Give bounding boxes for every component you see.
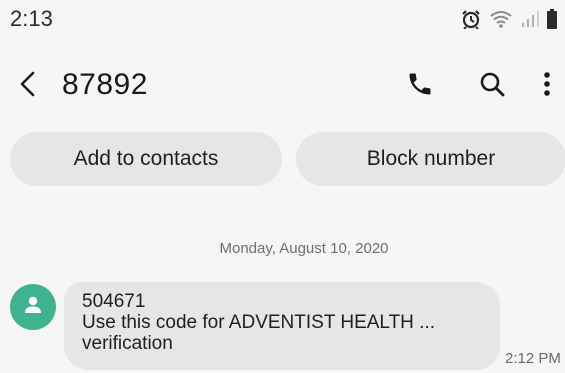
back-button[interactable] (12, 68, 42, 104)
person-icon (21, 293, 45, 322)
more-options-button[interactable] (532, 68, 562, 104)
alarm-icon (461, 9, 481, 29)
message-line: Use this code for ADVENTIST HEALTH ... (82, 312, 436, 333)
block-number-button[interactable]: Block number (296, 132, 565, 186)
search-icon (478, 70, 506, 103)
message-line: verification (82, 333, 173, 354)
avatar[interactable] (10, 284, 56, 330)
message-line: 504671 (82, 291, 146, 312)
wifi-icon (489, 9, 513, 29)
search-button[interactable] (474, 68, 510, 104)
status-bar: 2:13 (0, 0, 565, 38)
phone-icon (406, 70, 434, 103)
message-timestamp: 2:12 PM (505, 350, 561, 367)
date-divider: Monday, August 10, 2020 (219, 240, 389, 257)
call-button[interactable] (402, 68, 438, 104)
signal-icon (521, 10, 539, 28)
messages-screen: 2:13 87892 Add to contacts Block number … (0, 0, 565, 373)
status-icons (461, 8, 557, 30)
more-vert-icon (543, 70, 551, 103)
status-time: 2:13 (10, 6, 53, 31)
message-bubble[interactable]: 504671 Use this code for ADVENTIST HEALT… (64, 282, 500, 370)
add-to-contacts-button[interactable]: Add to contacts (10, 132, 282, 186)
back-icon (18, 70, 36, 103)
battery-icon (547, 9, 557, 29)
conversation-title: 87892 (62, 68, 148, 101)
app-bar: 87892 (0, 58, 565, 114)
